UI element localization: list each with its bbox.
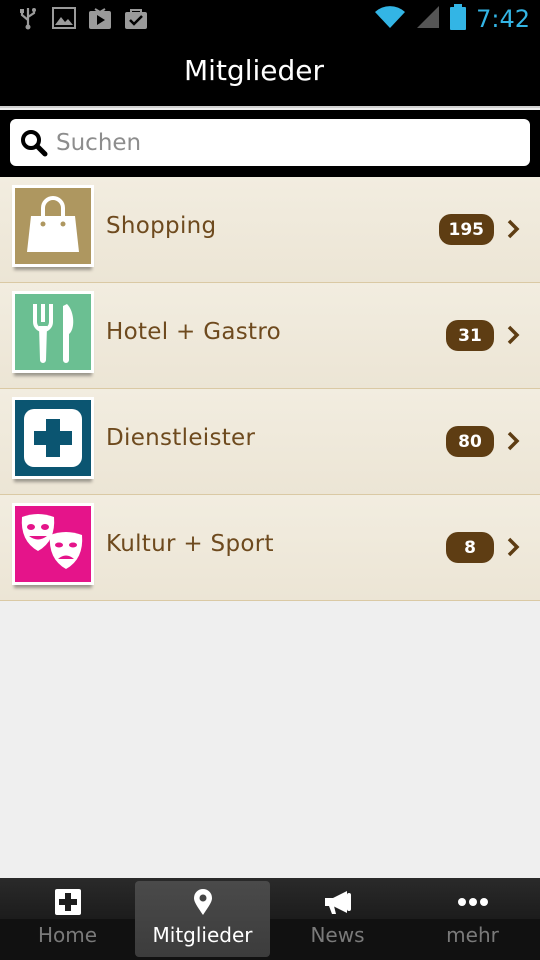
image-icon xyxy=(52,6,76,30)
search-box[interactable] xyxy=(10,119,530,166)
battery-icon xyxy=(450,4,467,34)
clock: 7:42 xyxy=(476,5,530,33)
category-list: Shopping 195 Hotel + Gastro 31 Dienstlei… xyxy=(0,177,540,601)
tab-mitglieder[interactable]: Mitglieder xyxy=(135,881,270,957)
plus-cross-icon xyxy=(15,400,91,476)
tab-home[interactable]: Home xyxy=(0,878,135,960)
tab-label: Mitglieder xyxy=(152,923,253,947)
category-label: Hotel + Gastro xyxy=(106,319,281,345)
more-dots-icon xyxy=(457,888,489,916)
play-store-icon xyxy=(88,6,112,30)
shopping-bag-icon xyxy=(15,188,91,264)
theater-masks-icon xyxy=(15,506,91,582)
tab-label: mehr xyxy=(446,923,499,947)
category-row-hotel-gastro[interactable]: Hotel + Gastro 31 xyxy=(0,283,540,389)
tab-news[interactable]: News xyxy=(270,878,405,960)
chevron-right-icon xyxy=(507,219,520,239)
count-badge: 80 xyxy=(446,426,494,457)
tab-label: News xyxy=(310,923,365,947)
wifi-icon xyxy=(374,5,406,33)
count-badge: 195 xyxy=(438,214,494,245)
category-tile xyxy=(12,503,94,585)
status-bar: 7:42 xyxy=(0,0,540,38)
bottom-tab-bar: Home Mitglieder News mehr xyxy=(0,878,540,960)
page-title: Mitglieder xyxy=(184,54,324,87)
category-label: Kultur + Sport xyxy=(106,531,274,557)
tab-mehr[interactable]: mehr xyxy=(405,878,540,960)
search-bar xyxy=(0,110,540,177)
chevron-right-icon xyxy=(507,431,520,451)
chevron-right-icon xyxy=(507,537,520,557)
tab-label: Home xyxy=(37,923,98,947)
category-label: Shopping xyxy=(106,213,217,239)
category-tile xyxy=(12,397,94,479)
search-input[interactable] xyxy=(56,129,496,156)
fork-knife-icon xyxy=(15,294,91,370)
category-row-shopping[interactable]: Shopping 195 xyxy=(0,177,540,283)
category-tile xyxy=(12,291,94,373)
category-tile xyxy=(12,185,94,267)
megaphone-icon xyxy=(323,888,353,916)
category-row-dienstleister[interactable]: Dienstleister 80 xyxy=(0,389,540,495)
count-badge: 31 xyxy=(446,320,494,351)
action-bar: Mitglieder xyxy=(0,38,540,108)
chevron-right-icon xyxy=(507,325,520,345)
home-plus-icon xyxy=(54,888,82,916)
usb-icon xyxy=(16,6,40,30)
category-label: Dienstleister xyxy=(106,425,256,451)
signal-icon xyxy=(416,5,440,33)
map-pin-icon xyxy=(193,888,213,916)
category-row-kultur-sport[interactable]: Kultur + Sport 8 xyxy=(0,495,540,601)
search-icon xyxy=(21,129,48,156)
bag-check-icon xyxy=(124,6,148,30)
notification-icons xyxy=(16,6,148,30)
count-badge: 8 xyxy=(446,532,494,563)
